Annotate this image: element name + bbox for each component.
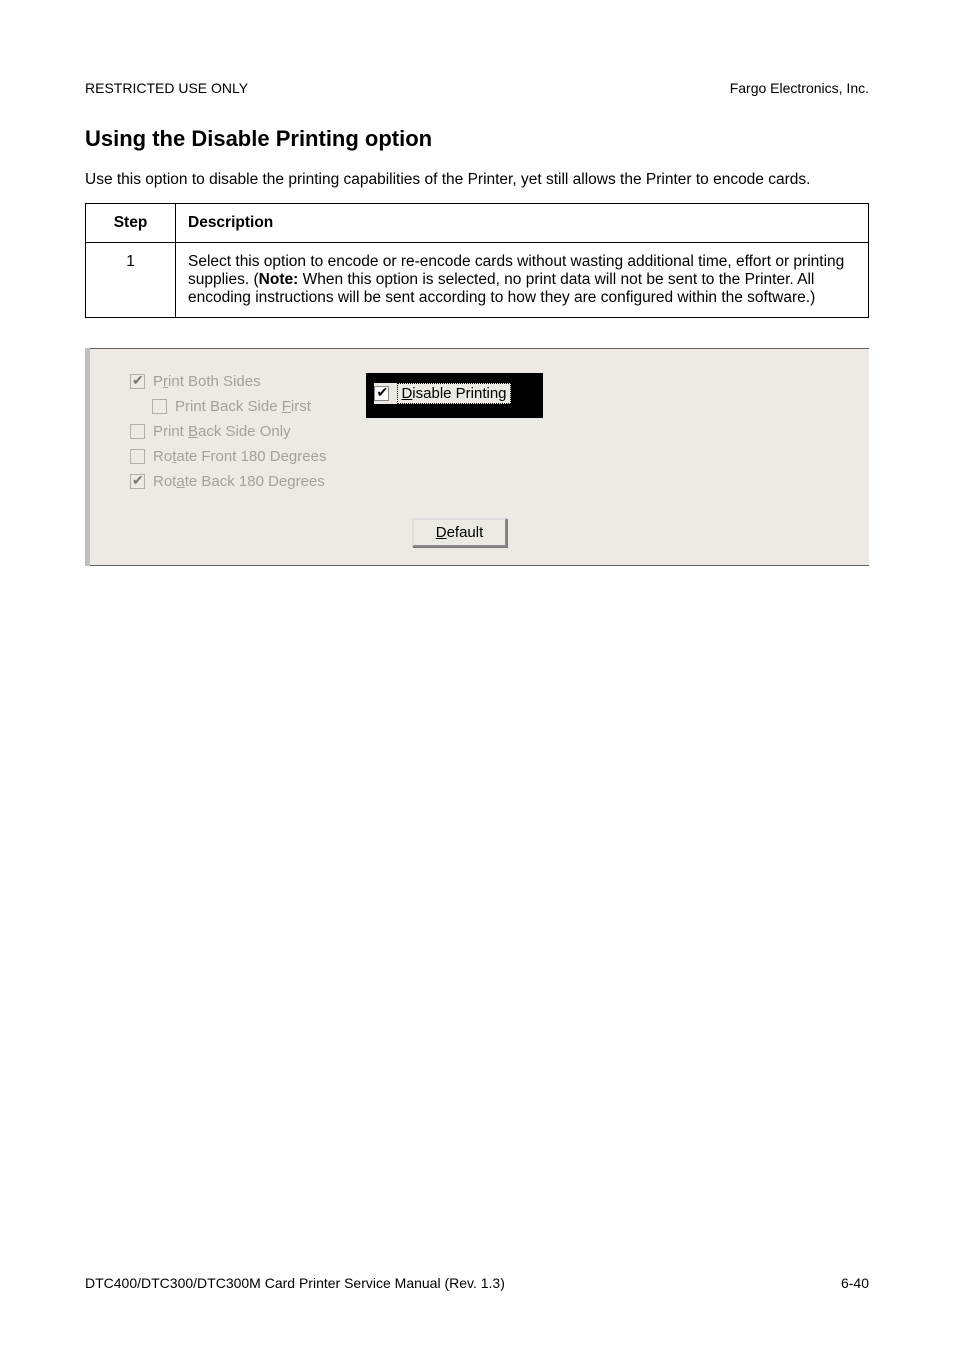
page-header: RESTRICTED USE ONLY Fargo Electronics, I… (85, 80, 869, 96)
print-back-side-first-checkbox[interactable]: Print Back Side First (130, 398, 326, 415)
screenshot-inner: ✔ Print Both Sides Print Back Side First… (90, 348, 869, 566)
checkbox-column: ✔ Print Both Sides Print Back Side First… (130, 373, 326, 490)
step-number: 1 (86, 242, 176, 317)
checkbox-icon (130, 424, 145, 439)
button-row: Default (130, 518, 829, 547)
header-right: Fargo Electronics, Inc. (730, 80, 869, 96)
step-description: Select this option to encode or re-encod… (176, 242, 869, 317)
table-row: 1 Select this option to encode or re-enc… (86, 242, 869, 317)
print-both-sides-checkbox[interactable]: ✔ Print Both Sides (130, 373, 326, 390)
print-back-side-only-checkbox[interactable]: Print Back Side Only (130, 423, 326, 440)
check-icon: ✔ (132, 373, 144, 388)
rotate-back-180-checkbox[interactable]: ✔ Rotate Back 180 Degrees (130, 473, 326, 490)
header-left: RESTRICTED USE ONLY (85, 80, 248, 96)
intro-text: Use this option to disable the printing … (85, 170, 869, 191)
footer-right: 6-40 (841, 1275, 869, 1291)
col-step: Step (86, 203, 176, 242)
checkbox-label: Print Back Side Only (153, 423, 291, 440)
checkbox-label: Rotate Back 180 Degrees (153, 473, 325, 490)
checkbox-icon (130, 449, 145, 464)
checkbox-icon (152, 399, 167, 414)
page-title: Using the Disable Printing option (85, 126, 869, 152)
default-button[interactable]: Default (412, 518, 508, 547)
checkbox-label: Print Back Side First (175, 398, 311, 415)
checkbox-icon: ✔ (374, 386, 389, 401)
table-row: Step Description (86, 203, 869, 242)
check-icon: ✔ (376, 385, 388, 400)
disable-printing-highlight: ✔ Disable Printing (366, 373, 542, 418)
desc-note: Note: (259, 271, 299, 288)
highlight-box: ✔ Disable Printing (366, 373, 542, 418)
screenshot-panel: ✔ Print Both Sides Print Back Side First… (85, 348, 869, 566)
col-desc: Description (176, 203, 869, 242)
disable-printing-checkbox[interactable]: ✔ Disable Printing (374, 383, 510, 404)
checkbox-label: Print Both Sides (153, 373, 261, 390)
checkbox-label: Rotate Front 180 Degrees (153, 448, 326, 465)
checkbox-icon: ✔ (130, 374, 145, 389)
rotate-front-180-checkbox[interactable]: Rotate Front 180 Degrees (130, 448, 326, 465)
step-table: Step Description 1 Select this option to… (85, 203, 869, 318)
footer-left: DTC400/DTC300/DTC300M Card Printer Servi… (85, 1275, 505, 1291)
check-icon: ✔ (132, 473, 144, 488)
checkbox-icon: ✔ (130, 474, 145, 489)
checkbox-label: Disable Printing (397, 383, 510, 404)
page-footer: DTC400/DTC300/DTC300M Card Printer Servi… (85, 1275, 869, 1291)
